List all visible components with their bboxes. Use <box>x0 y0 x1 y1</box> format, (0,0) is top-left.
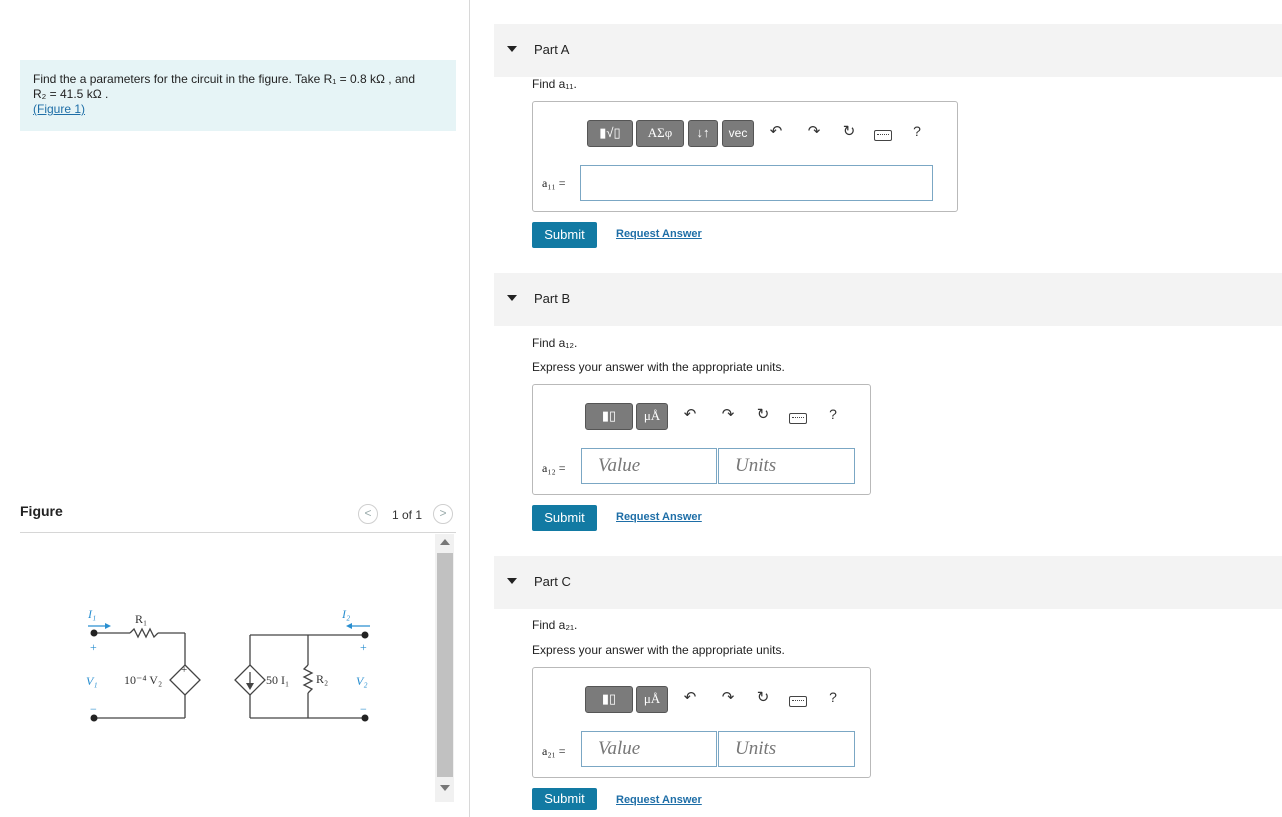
part-c-var-label: a₂₁ = <box>542 744 566 758</box>
collapse-triangle-icon <box>507 295 517 301</box>
greek-symbols-button[interactable]: ΑΣφ <box>636 120 684 147</box>
template-fraction-icon: ▮▯ <box>601 691 617 706</box>
v1-minus: − <box>90 702 97 716</box>
part-a-header[interactable]: Part A <box>494 24 1282 77</box>
problem-line-2: R₂ = 41.5 kΩ . <box>33 87 109 101</box>
part-c-header[interactable]: Part C <box>494 556 1282 609</box>
reset-icon[interactable]: ↻ <box>753 405 773 423</box>
v2-minus: − <box>360 702 367 716</box>
collapse-triangle-icon <box>507 46 517 52</box>
help-icon[interactable]: ? <box>823 689 843 705</box>
part-c-submit-button[interactable]: Submit <box>532 788 597 810</box>
template-sqrt-icon: ▮√▯ <box>599 125 621 140</box>
part-c-units-input[interactable]: Units <box>718 731 855 767</box>
figure-divider <box>20 532 456 533</box>
prev-figure-button[interactable]: < <box>358 504 378 524</box>
part-b-answer-box: ▮▯ μÅ ↶ ↷ ↻ ? a₁₂ = Value Units <box>532 384 871 495</box>
templates-button[interactable]: ▮√▯ <box>587 120 633 147</box>
undo-icon[interactable]: ↶ <box>680 405 700 423</box>
panel-divider <box>469 0 470 817</box>
undo-icon[interactable]: ↶ <box>680 688 700 706</box>
keyboard-icon[interactable] <box>789 696 807 707</box>
part-b-title: Part B <box>534 291 571 306</box>
part-b-submit-button[interactable]: Submit <box>532 505 597 531</box>
part-a-var-label: a₁₁ = <box>542 176 566 190</box>
dep-current-label: 50 I₁ <box>266 673 289 687</box>
part-b-value-input[interactable]: Value <box>581 448 717 484</box>
v1-plus: + <box>90 640 97 654</box>
problem-statement: Find the a parameters for the circuit in… <box>20 60 456 131</box>
part-b-units-input[interactable]: Units <box>718 448 855 484</box>
r1-label: R₁ <box>135 612 147 626</box>
part-b-var-label: a₁₂ = <box>542 461 566 475</box>
part-c-value-input[interactable]: Value <box>581 731 717 767</box>
dep-plus-label: + <box>181 664 187 676</box>
v1-label: V₁ <box>86 674 98 688</box>
template-fraction-icon: ▮▯ <box>601 408 617 423</box>
v2-label: V₂ <box>356 674 368 688</box>
redo-icon[interactable]: ↷ <box>804 122 824 140</box>
figure-scroll-thumb[interactable] <box>437 553 453 777</box>
part-b-header[interactable]: Part B <box>494 273 1282 326</box>
vector-button[interactable]: vec <box>722 120 754 147</box>
part-c-title: Part C <box>534 574 571 589</box>
part-a-answer-input[interactable] <box>580 165 933 201</box>
reset-icon[interactable]: ↻ <box>839 122 859 140</box>
keyboard-icon[interactable] <box>874 130 892 141</box>
redo-icon[interactable]: ↷ <box>718 405 738 423</box>
part-a-find: Find a₁₁. <box>532 77 577 91</box>
r2-label: R₂ <box>316 672 328 686</box>
undo-icon[interactable]: ↶ <box>766 122 786 140</box>
subscript-button[interactable]: ↓↑ <box>688 120 718 147</box>
templates-button[interactable]: ▮▯ <box>585 403 633 430</box>
next-figure-button[interactable]: > <box>433 504 453 524</box>
v2-plus: + <box>360 640 367 654</box>
part-b-find: Find a₁₂. <box>532 336 578 350</box>
i2-label: I₂ <box>341 607 350 621</box>
i1-label: I₁ <box>87 607 96 621</box>
help-icon[interactable]: ? <box>823 406 843 422</box>
collapse-triangle-icon <box>507 578 517 584</box>
part-b-request-answer[interactable]: Request Answer <box>616 511 702 523</box>
redo-icon[interactable]: ↷ <box>718 688 738 706</box>
problem-line-1: Find the a parameters for the circuit in… <box>33 72 415 86</box>
dep-voltage-label: 10⁻⁴ V₂ <box>124 673 162 687</box>
units-button[interactable]: μÅ <box>636 403 668 430</box>
figure-link[interactable]: (Figure 1) <box>33 102 444 117</box>
part-c-find: Find a₂₁. <box>532 618 578 632</box>
part-a-answer-box: ▮√▯ ΑΣφ ↓↑ vec ↶ ↷ ↻ ? a₁₁ = <box>532 101 958 212</box>
part-c-answer-box: ▮▯ μÅ ↶ ↷ ↻ ? a₂₁ = Value Units <box>532 667 871 778</box>
part-b-instructions: Express your answer with the appropriate… <box>532 360 785 374</box>
figure-label: Figure <box>20 503 63 519</box>
templates-button[interactable]: ▮▯ <box>585 686 633 713</box>
keyboard-icon[interactable] <box>789 413 807 424</box>
circuit-diagram: I₁ R₁ I₂ R₂ V₁ V₂ 10⁻⁴ V₂ 50 I₁ + + − + … <box>86 607 370 722</box>
part-c-instructions: Express your answer with the appropriate… <box>532 643 785 657</box>
part-a-submit-button[interactable]: Submit <box>532 222 597 248</box>
help-icon[interactable]: ? <box>907 123 927 139</box>
part-a-title: Part A <box>534 42 570 57</box>
scroll-up-icon[interactable] <box>440 539 450 545</box>
units-button[interactable]: μÅ <box>636 686 668 713</box>
figure-pager: 1 of 1 <box>392 508 423 522</box>
chevron-left-icon: < <box>364 506 372 520</box>
part-a-request-answer[interactable]: Request Answer <box>616 228 702 240</box>
chevron-right-icon: > <box>439 506 447 520</box>
part-c-request-answer[interactable]: Request Answer <box>616 794 702 806</box>
scroll-down-icon[interactable] <box>440 785 450 791</box>
reset-icon[interactable]: ↻ <box>753 688 773 706</box>
